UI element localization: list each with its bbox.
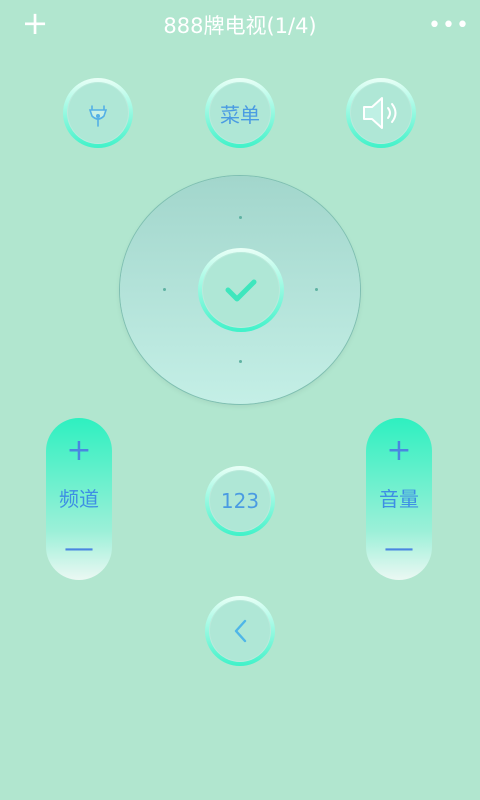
dpad-down-marker[interactable] xyxy=(239,360,242,363)
channel-up-button[interactable]: + xyxy=(46,436,112,466)
back-chevron-icon xyxy=(234,619,247,643)
device-title: 888牌电视(1/4) xyxy=(163,14,317,38)
volume-up-button[interactable]: + xyxy=(366,436,432,466)
dpad-right-marker[interactable] xyxy=(315,288,318,291)
channel-label: 频道 xyxy=(59,487,99,511)
power-plug-icon xyxy=(88,105,108,127)
mute-button[interactable] xyxy=(346,78,416,148)
more-options-button[interactable]: ••• xyxy=(428,12,469,40)
numbers-button[interactable]: 123 xyxy=(205,466,275,536)
back-button[interactable] xyxy=(205,596,275,666)
volume-down-button[interactable]: — xyxy=(366,534,432,564)
more-dots-icon: ••• xyxy=(428,13,470,38)
speaker-mute-icon xyxy=(363,97,397,129)
volume-label: 音量 xyxy=(379,487,419,511)
top-bar: + 888牌电视(1/4) ••• xyxy=(0,0,480,52)
menu-button[interactable]: 菜单 xyxy=(205,78,275,148)
dpad-up-marker[interactable] xyxy=(239,216,242,219)
channel-control: + 频道 — xyxy=(46,418,112,580)
channel-down-button[interactable]: — xyxy=(46,534,112,564)
volume-control: + 音量 — xyxy=(366,418,432,580)
numbers-label: 123 xyxy=(220,489,260,513)
power-button[interactable] xyxy=(63,78,133,148)
dpad-left-marker[interactable] xyxy=(163,288,166,291)
checkmark-icon xyxy=(225,279,257,302)
menu-label: 菜单 xyxy=(220,102,260,127)
ok-button[interactable] xyxy=(198,248,284,332)
